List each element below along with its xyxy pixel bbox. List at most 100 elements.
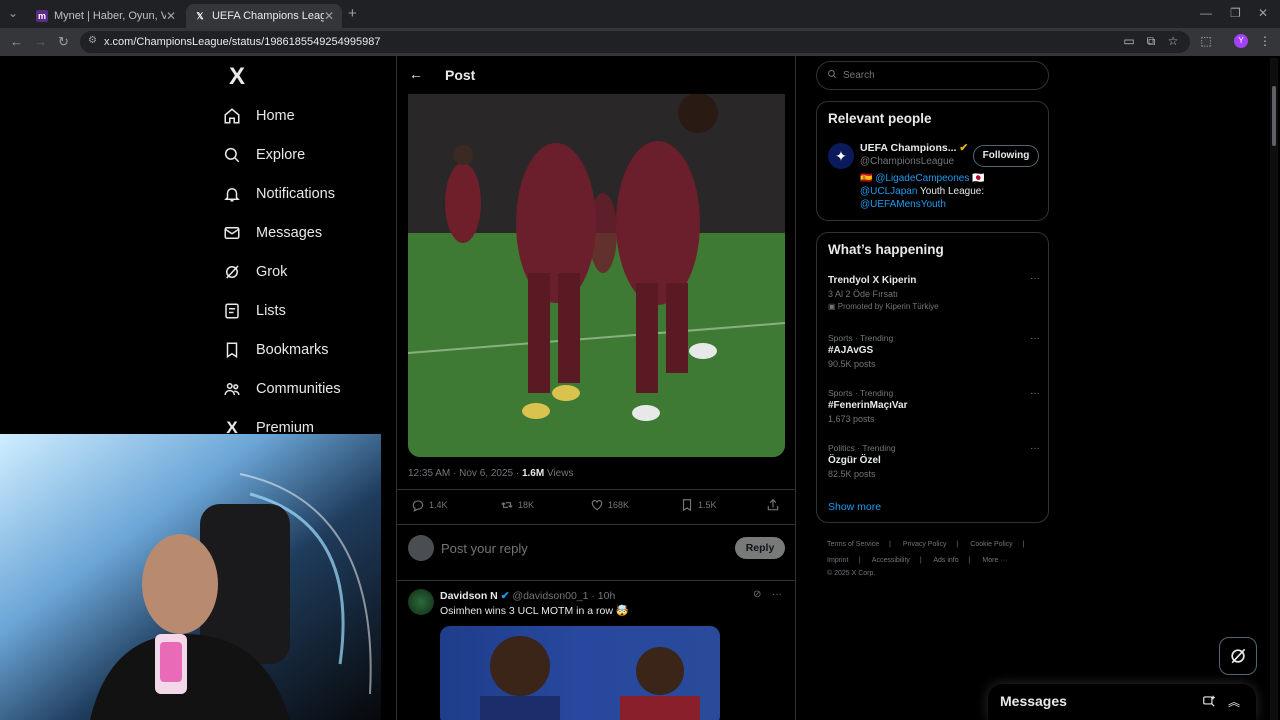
streamer-webcam-image — [0, 434, 381, 720]
person-name[interactable]: UEFA Champions... ✔ — [860, 142, 968, 154]
envelope-icon — [222, 223, 242, 243]
post-header: ← Post — [397, 56, 795, 94]
spain-flag-icon: 🇪🇸 — [860, 173, 873, 184]
translate-icon[interactable]: ⧉ — [1144, 34, 1158, 48]
reply-button[interactable]: Reply — [735, 537, 785, 559]
site-info-icon[interactable]: ⚙ — [88, 35, 97, 46]
grok-icon — [1231, 648, 1246, 664]
home-icon — [222, 106, 242, 126]
whats-happening-panel: What’s happening Trendyol X Kiperin 3 Al… — [816, 232, 1049, 523]
divider — [397, 489, 795, 490]
extensions-icon[interactable]: ⬚ — [1199, 34, 1213, 48]
grok-icon[interactable]: ⊘ — [753, 589, 761, 600]
sidebar-item-lists[interactable]: Lists — [222, 292, 286, 330]
more-icon[interactable]: ··· — [1030, 388, 1040, 399]
reload-icon[interactable]: ↻ — [58, 34, 69, 50]
search-input[interactable]: Search — [816, 61, 1049, 90]
bookmark-icon — [222, 340, 242, 360]
relevant-people-panel: Relevant people ✦ UEFA Champions... ✔ @C… — [816, 101, 1049, 221]
tab-uefa[interactable]: 𝕏 UEFA Champions League on X: ✕ — [186, 4, 342, 28]
messages-drawer[interactable]: Messages ︽ — [988, 684, 1256, 720]
copyright: © 2025 X Corp. — [827, 570, 876, 577]
page-scrollbar[interactable] — [1270, 58, 1278, 720]
close-tab-icon[interactable]: ✕ — [166, 9, 176, 23]
more-icon[interactable]: ··· — [1030, 333, 1040, 344]
x-logo[interactable]: X — [224, 64, 250, 90]
avatar[interactable] — [408, 589, 434, 615]
scrollbar-thumb[interactable] — [1272, 86, 1276, 146]
collapse-icon[interactable]: ︽ — [1228, 693, 1240, 710]
verified-gold-badge-icon: ✔ — [959, 142, 969, 154]
webcam-overlay — [0, 434, 381, 720]
minimize-icon[interactable]: — — [1200, 6, 1212, 20]
reply-input[interactable]: Post your reply — [441, 541, 528, 556]
tab-mynet[interactable]: m Mynet | Haber, Oyun, Video, Sp ✕ — [28, 4, 184, 28]
promoted-icon: ▣ — [828, 302, 838, 311]
address-bar[interactable]: ⚙ x.com/ChampionsLeague/status/198618554… — [80, 31, 1190, 53]
menu-icon[interactable]: ⋮ — [1258, 34, 1272, 48]
bell-icon — [222, 184, 242, 204]
close-tab-icon[interactable]: ✕ — [324, 9, 334, 23]
panel-title: Relevant people — [828, 111, 932, 126]
like-action[interactable]: 168K — [590, 498, 629, 512]
forward-icon[interactable]: → — [34, 34, 47, 49]
sidebar-item-communities[interactable]: Communities — [222, 370, 341, 408]
reply-text: Osimhen wins 3 UCL MOTM in a row 🤯 — [440, 605, 629, 617]
more-icon[interactable]: ··· — [772, 589, 782, 600]
following-button[interactable]: Following — [973, 145, 1039, 167]
show-more-link[interactable]: Show more — [828, 501, 881, 513]
back-arrow-icon[interactable]: ← — [409, 66, 423, 82]
reply-author[interactable]: Davidson N ✔ @davidson00_1 · 10h — [440, 590, 615, 602]
share-action[interactable] — [766, 498, 784, 512]
tab-search-icon[interactable]: ⌄ — [8, 6, 18, 20]
sidebar-item-explore[interactable]: Explore — [222, 136, 305, 174]
communities-icon — [222, 379, 242, 399]
post-actions: 1.4K 18K 168K 1.5K — [408, 498, 785, 520]
grok-floating-button[interactable] — [1219, 637, 1257, 675]
trend-item[interactable]: Sports · Trending #FenerinMaçıVar 1,673 … — [828, 388, 1040, 424]
close-window-icon[interactable]: ✕ — [1258, 6, 1268, 20]
grok-icon — [222, 262, 242, 282]
panel-title: What’s happening — [828, 242, 944, 257]
bookmark-icon — [680, 498, 694, 512]
footer-link[interactable]: Cookie Policy — [970, 541, 1012, 548]
trend-item[interactable]: Politics · Trending Özgür Özel 82.5K pos… — [828, 443, 1040, 479]
post-media-image[interactable] — [408, 93, 785, 457]
footer-link[interactable]: Accessibility — [872, 557, 910, 564]
bookmark-action[interactable]: 1.5K — [680, 498, 717, 512]
sidebar-item-notifications[interactable]: Notifications — [222, 175, 335, 213]
repost-action[interactable]: 18K — [500, 498, 534, 512]
sidebar-item-messages[interactable]: Messages — [222, 214, 322, 252]
more-icon[interactable]: ··· — [1030, 273, 1040, 284]
page-title: Post — [445, 67, 476, 83]
reply-media-image[interactable] — [440, 626, 720, 720]
footer-link[interactable]: Terms of Service — [827, 541, 879, 548]
profile-avatar[interactable]: Y — [1234, 34, 1248, 48]
browser-tab-strip: ⌄ m Mynet | Haber, Oyun, Video, Sp ✕ 𝕏 U… — [0, 0, 1280, 28]
user-avatar — [408, 535, 434, 561]
back-icon[interactable]: ← — [10, 34, 23, 49]
search-icon — [222, 145, 242, 165]
reply-action[interactable]: 1.4K — [411, 498, 448, 512]
cast-icon[interactable]: ▭ — [1122, 34, 1136, 48]
search-icon — [827, 69, 837, 82]
new-tab-icon[interactable]: + — [348, 5, 357, 22]
trend-item[interactable]: Sports · Trending #AJAvGS 90.5K posts ··… — [828, 333, 1040, 369]
restore-icon[interactable]: ❐ — [1230, 6, 1241, 20]
footer-link[interactable]: Privacy Policy — [903, 541, 947, 548]
footer-link[interactable]: More ··· — [982, 557, 1007, 564]
sidebar-item-grok[interactable]: Grok — [222, 253, 287, 291]
more-icon[interactable]: ··· — [1030, 443, 1040, 454]
sidebar-item-home[interactable]: Home — [222, 97, 295, 135]
new-message-icon[interactable] — [1202, 694, 1216, 713]
footer-link[interactable]: Imprint — [827, 557, 848, 564]
verified-badge-icon: ✔ — [500, 590, 510, 602]
repost-icon — [500, 498, 514, 512]
footer-links: Terms of Service | Privacy Policy | Cookie… — [827, 537, 1037, 579]
trend-item[interactable]: Trendyol X Kiperin 3 Al 2 Öde Fırsatı ▣ … — [828, 273, 1040, 311]
sidebar-item-bookmarks[interactable]: Bookmarks — [222, 331, 329, 369]
footer-link[interactable]: Ads info — [933, 557, 958, 564]
star-icon[interactable]: ☆ — [1166, 34, 1180, 48]
browser-toolbar: ← → ↻ ⚙ x.com/ChampionsLeague/status/198… — [0, 28, 1280, 56]
ucl-avatar[interactable]: ✦ — [828, 143, 854, 169]
